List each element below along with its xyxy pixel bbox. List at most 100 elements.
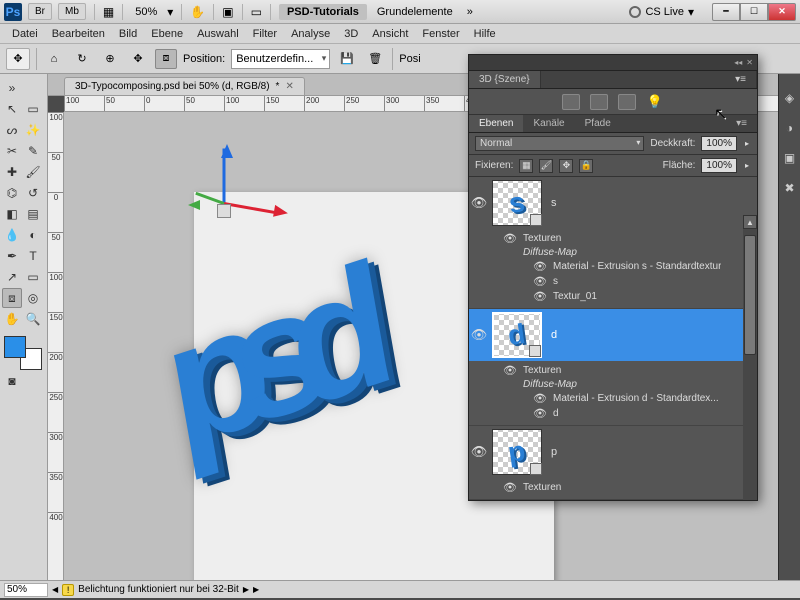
window-minimize-button[interactable]: ━ — [712, 3, 740, 21]
stamp-tool-icon[interactable]: ⌬ — [2, 183, 22, 203]
quickmask-icon[interactable]: ◙ — [2, 371, 22, 391]
menu-fenster[interactable]: Fenster — [422, 28, 459, 40]
window-close-button[interactable]: ✕ — [768, 3, 796, 21]
crop-tool-icon[interactable]: ✂ — [2, 141, 22, 161]
gizmo-origin-icon[interactable] — [217, 204, 231, 218]
panel-close-icon[interactable]: ✕ — [746, 58, 753, 67]
menu-hilfe[interactable]: Hilfe — [474, 28, 496, 40]
tab-ebenen[interactable]: Ebenen — [469, 115, 523, 132]
scene-mesh-icon[interactable] — [590, 94, 608, 110]
visibility-icon[interactable]: 👁 — [503, 364, 517, 377]
pen-tool-icon[interactable]: ✒ — [2, 246, 22, 266]
texture-item[interactable]: s — [553, 276, 558, 287]
opt-home-icon[interactable]: ⌂ — [43, 49, 65, 69]
path-tool-icon[interactable]: ↗ — [2, 267, 22, 287]
layout-name[interactable]: Grundelemente — [373, 6, 457, 18]
scene-material-icon[interactable] — [618, 94, 636, 110]
screenmode-icon[interactable]: ▭ — [251, 5, 262, 19]
lock-pixels-icon[interactable]: 🖌 — [539, 159, 553, 173]
collapse-icon[interactable]: ◂◂ — [734, 58, 742, 67]
layers-3d-panel[interactable]: ◂◂ ✕ 3D {Szene} ▾≡ 💡 Ebenen Kanäle Pfade… — [468, 54, 758, 501]
window-maximize-button[interactable]: ☐ — [740, 3, 768, 21]
menu-datei[interactable]: Datei — [12, 28, 38, 40]
lock-transparency-icon[interactable]: ▦ — [519, 159, 533, 173]
hand-tool-icon[interactable]: ✋ — [2, 309, 22, 329]
texture-item[interactable]: Material - Extrusion d - Standardtex... — [553, 393, 719, 404]
panel-header[interactable]: ◂◂ ✕ — [469, 55, 757, 71]
tab-kanaele[interactable]: Kanäle — [523, 115, 574, 132]
eraser-tool-icon[interactable]: ◧ — [2, 204, 22, 224]
tab-pfade[interactable]: Pfade — [575, 115, 621, 132]
texture-item[interactable]: Textur_01 — [553, 291, 597, 302]
gradient-tool-icon[interactable]: ▤ — [23, 204, 43, 224]
layer-name[interactable]: s — [545, 197, 557, 209]
zoom-tool-icon[interactable]: 🔍 — [23, 309, 43, 329]
lasso-tool-icon[interactable]: ᔕ — [2, 120, 22, 140]
layer-s[interactable]: 👁 s▣ s 👁Texturen Diffuse-Map 👁Material -… — [469, 177, 757, 309]
visibility-icon[interactable]: 👁 — [533, 290, 547, 303]
opacity-input[interactable]: 100% — [701, 136, 737, 151]
opt-move-icon[interactable]: ⧈ — [155, 49, 177, 69]
panel-menu-icon[interactable]: ▾≡ — [725, 71, 757, 88]
scene-light-icon[interactable]: 💡 — [646, 94, 664, 110]
document-tab[interactable]: 3D-Typocomposing.psd bei 50% (d, RGB/8) … — [64, 77, 305, 95]
visibility-icon[interactable]: 👁 — [533, 392, 547, 405]
arrange-icon[interactable]: ▣ — [222, 5, 233, 19]
close-icon[interactable]: ✕ — [285, 81, 293, 92]
color-swatches[interactable] — [4, 336, 44, 370]
fill-flyout-icon[interactable]: ▸ — [743, 161, 751, 170]
opt-pan-icon[interactable]: ✥ — [127, 49, 149, 69]
layer-name[interactable]: p — [545, 446, 557, 458]
opt-rotate-icon[interactable]: ↻ — [71, 49, 93, 69]
menu-ebene[interactable]: Ebene — [151, 28, 183, 40]
type-tool-icon[interactable]: T — [23, 246, 43, 266]
zoom-level[interactable]: 50% — [131, 6, 161, 18]
opacity-flyout-icon[interactable]: ▸ — [743, 139, 751, 148]
tab-3d-scene[interactable]: 3D {Szene} — [469, 71, 541, 88]
view-tile-icon[interactable]: ▦ — [103, 5, 114, 19]
heal-tool-icon[interactable]: ✚ — [2, 162, 22, 182]
layer-thumbnail[interactable]: s▣ — [492, 180, 542, 226]
menu-auswahl[interactable]: Auswahl — [197, 28, 239, 40]
menu-analyse[interactable]: Analyse — [291, 28, 330, 40]
layer-thumbnail[interactable]: p▣ — [492, 429, 542, 475]
menu-3d[interactable]: 3D — [344, 28, 358, 40]
visibility-icon[interactable]: 👁 — [533, 275, 547, 288]
status-zoom-input[interactable]: 50% — [4, 583, 48, 597]
layer-thumbnail[interactable]: d▣ — [492, 312, 542, 358]
workspace-name[interactable]: PSD-Tutorials — [279, 4, 367, 20]
3d-gizmo[interactable] — [174, 152, 284, 262]
visibility-icon[interactable]: 👁 — [469, 444, 489, 460]
wand-tool-icon[interactable]: ✨ — [23, 120, 43, 140]
lock-position-icon[interactable]: ✥ — [559, 159, 573, 173]
visibility-icon[interactable]: 👁 — [469, 195, 489, 211]
minibridge-button[interactable]: Mb — [58, 3, 86, 20]
bridge-button[interactable]: Br — [28, 3, 52, 20]
dock-tools-icon[interactable]: ✖ — [782, 180, 798, 196]
layers-menu-icon[interactable]: ▾≡ — [726, 115, 757, 132]
layer-name[interactable]: d — [545, 329, 557, 341]
shape-tool-icon[interactable]: ▭ — [23, 267, 43, 287]
menu-bearbeiten[interactable]: Bearbeiten — [52, 28, 105, 40]
menu-bild[interactable]: Bild — [119, 28, 137, 40]
more-workspaces[interactable]: » — [463, 6, 477, 18]
texturen-label[interactable]: Texturen — [523, 233, 561, 244]
visibility-icon[interactable]: 👁 — [533, 260, 547, 273]
layer-p[interactable]: 👁 p▣ p 👁Texturen — [469, 426, 757, 500]
marquee-tool-icon[interactable]: ▭ — [23, 99, 43, 119]
position-select[interactable]: Benutzerdefin... — [231, 49, 330, 69]
scroll-thumb[interactable] — [744, 235, 756, 355]
blur-tool-icon[interactable]: 💧 — [2, 225, 22, 245]
3d-object-tool-icon[interactable]: ⧈ — [2, 288, 22, 308]
tool-toggle-icon[interactable]: » — [2, 78, 22, 98]
dock-adjust-icon[interactable]: ◑ — [782, 120, 798, 136]
dock-mask-icon[interactable]: ▣ — [782, 150, 798, 166]
brush-tool-icon[interactable]: 🖌 — [23, 162, 43, 182]
menu-ansicht[interactable]: Ansicht — [372, 28, 408, 40]
save-icon[interactable]: 💾 — [336, 49, 358, 69]
scroll-up-icon[interactable]: ▲ — [743, 215, 757, 229]
menu-filter[interactable]: Filter — [253, 28, 277, 40]
texture-item[interactable]: d — [553, 408, 559, 419]
current-tool-icon[interactable]: ✥ — [6, 48, 30, 70]
cslive-button[interactable]: CS Live ▾ — [621, 5, 702, 19]
